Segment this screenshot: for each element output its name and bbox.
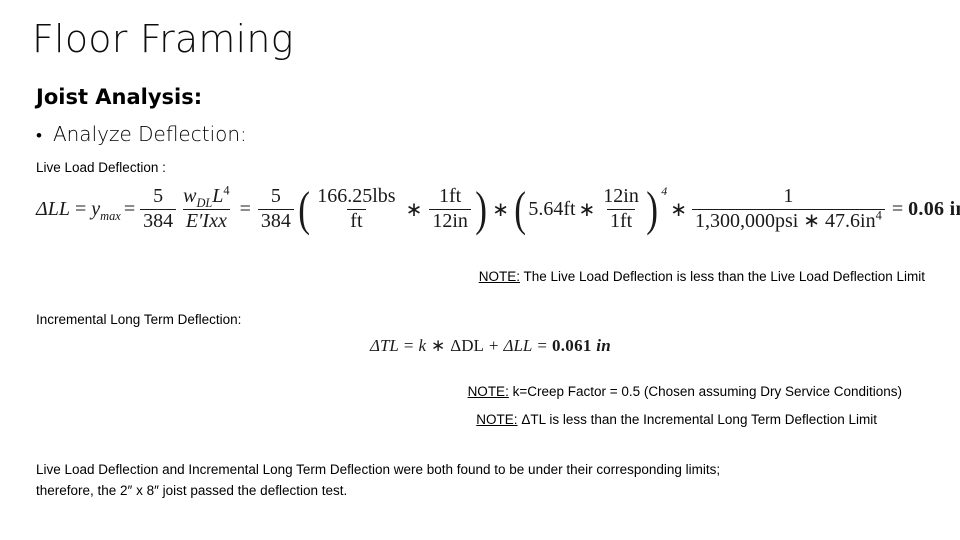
eq1-g1-fraction-2: 1ft 12in: [429, 185, 471, 233]
eq1-g1-f1-den: ft: [347, 208, 366, 233]
note-tag: NOTE:: [476, 412, 518, 427]
page-title: Floor Framing: [32, 17, 294, 61]
eq1-g1-operator: ∗: [405, 198, 423, 221]
equation-live-load-deflection: ΔLL = ymax = 5 384 wDLL4 E′Ixx = 5 384 (…: [36, 181, 960, 237]
equation-incremental-long-term-deflection: ΔTL = k ∗ ΔDL + ΔLL = 0.061 in: [370, 336, 611, 356]
eq2-operator-2: +: [488, 336, 499, 355]
eq1-g3-den: 1,300,000psi ∗ 47.6in4: [691, 207, 885, 233]
eq1-fraction-stiffness: 1 1,300,000psi ∗ 47.6in4: [691, 185, 885, 233]
eq2-result: 0.061 in: [552, 336, 611, 356]
eq2-k: k: [418, 336, 427, 355]
eq1-ymax-sub: max: [100, 208, 121, 223]
eq1-result: 0.06 in: [908, 198, 960, 221]
eq1-group-span: ( 5.64ft ∗ 12in 1ft ) 4: [512, 181, 668, 237]
eq1-g3-den-text: 1,300,000psi ∗ 47.6in: [694, 209, 876, 232]
conclusion-line-1: Live Load Deflection and Incremental Lon…: [36, 462, 721, 477]
paren-open-icon: (: [298, 181, 310, 237]
paren-close-icon: ): [475, 181, 487, 237]
eq2-delta-ll: ΔLL: [503, 336, 533, 355]
eq2-operator-1: ∗: [431, 336, 446, 355]
eq1-g1-f1-num: 166.25lbs: [317, 185, 396, 207]
conclusion-line-2: therefore, the 2″ x 8″ joist passed the …: [36, 483, 348, 498]
paren-open-icon: (: [514, 181, 527, 237]
note-creep-factor: NOTE: k=Creep Factor = 0.5 (Chosen assum…: [468, 382, 902, 401]
eq1-g2-operator: ∗: [578, 198, 596, 221]
eq1-g2-exponent: 4: [661, 184, 668, 198]
eq1-fraction-5-384-a: 5 384: [140, 185, 177, 233]
bullet-marker-icon: •: [36, 126, 42, 146]
eq1-g2-fraction: 12in 1ft: [600, 185, 642, 233]
note-total-load-limit: NOTE: ΔTL is less than the Incremental L…: [476, 410, 877, 429]
eq2-delta-dl: ΔDL: [450, 336, 484, 355]
conclusion-paragraph: Live Load Deflection and Incremental Lon…: [36, 459, 894, 501]
eq2-result-value: 0.061: [551, 336, 592, 355]
eq1-g3-den-sup: 4: [875, 207, 882, 222]
eq1-ymax-base: y: [91, 197, 101, 220]
bullet-analyze-deflection: • Analyze Deflection:: [36, 122, 247, 149]
slide-canvas: Floor Framing Joist Analysis: • Analyze …: [0, 0, 960, 540]
eq2-equals-2: =: [537, 336, 547, 355]
eq1-L-sup: 4: [223, 183, 230, 198]
note-tag: NOTE:: [467, 384, 509, 399]
eq1-term-denominator: E′Ixx: [182, 208, 230, 233]
eq1-group-load: ( 166.25lbs ft ∗ 1ft 12in ): [296, 181, 489, 237]
eq1-g2-f-num: 12in: [603, 185, 639, 207]
eq1-ymax: ymax: [91, 197, 121, 223]
eq1-lhs: ΔLL: [36, 197, 70, 220]
eq1-result-value: 0.06: [908, 197, 945, 220]
eq1-g1-fraction-1: 166.25lbs ft: [314, 185, 398, 233]
eq1-w: w: [183, 185, 197, 207]
eq2-equals-1: =: [403, 336, 414, 355]
note-live-load-limit: NOTE: The Live Load Deflection is less t…: [479, 267, 925, 286]
eq1-equals-3: =: [239, 197, 251, 220]
eq1-coef1-num: 5: [153, 185, 164, 207]
eq1-operator-mid-1: ∗: [492, 198, 509, 221]
eq1-equals-2: =: [123, 197, 136, 220]
eq1-fraction-5-384-b: 5 384: [257, 185, 294, 233]
incremental-long-term-deflection-label: Incremental Long Term Deflection:: [36, 312, 242, 327]
eq1-coef1-den: 384: [140, 208, 177, 233]
eq1-g1-f2-num: 1ft: [439, 185, 462, 207]
eq1-equals-1: =: [74, 197, 87, 220]
eq1-operator-mid-2: ∗: [670, 198, 687, 221]
eq1-coef2-den: 384: [257, 208, 294, 233]
eq1-g1-f2-den: 12in: [429, 208, 471, 233]
live-load-deflection-label: Live Load Deflection :: [36, 160, 166, 175]
paren-close-icon: ): [646, 181, 658, 237]
eq1-equals-final: =: [891, 197, 904, 220]
section-heading-joist-analysis: Joist Analysis:: [36, 85, 203, 109]
eq1-g2-lead: 5.64ft: [528, 197, 576, 220]
note-text: k=Creep Factor = 0.5 (Chosen assuming Dr…: [508, 384, 902, 399]
eq1-coef2-num: 5: [270, 185, 281, 207]
eq1-result-unit: in: [949, 197, 960, 220]
eq1-fraction-wL4-EIxx: wDLL4 E′Ixx: [180, 183, 233, 233]
bullet-label: Analyze Deflection:: [52, 122, 247, 146]
eq1-L: L: [212, 185, 224, 207]
eq2-result-unit: in: [596, 336, 612, 355]
eq1-g3-num: 1: [783, 185, 794, 207]
eq2-lhs: ΔTL: [370, 336, 399, 355]
note-text: The Live Load Deflection is less than th…: [520, 269, 926, 284]
eq1-term-numerator: wDLL4: [180, 183, 233, 209]
eq1-g2-f-den: 1ft: [606, 208, 636, 233]
note-tag: NOTE:: [478, 269, 520, 284]
note-text: ΔTL is less than the Incremental Long Te…: [517, 412, 877, 427]
